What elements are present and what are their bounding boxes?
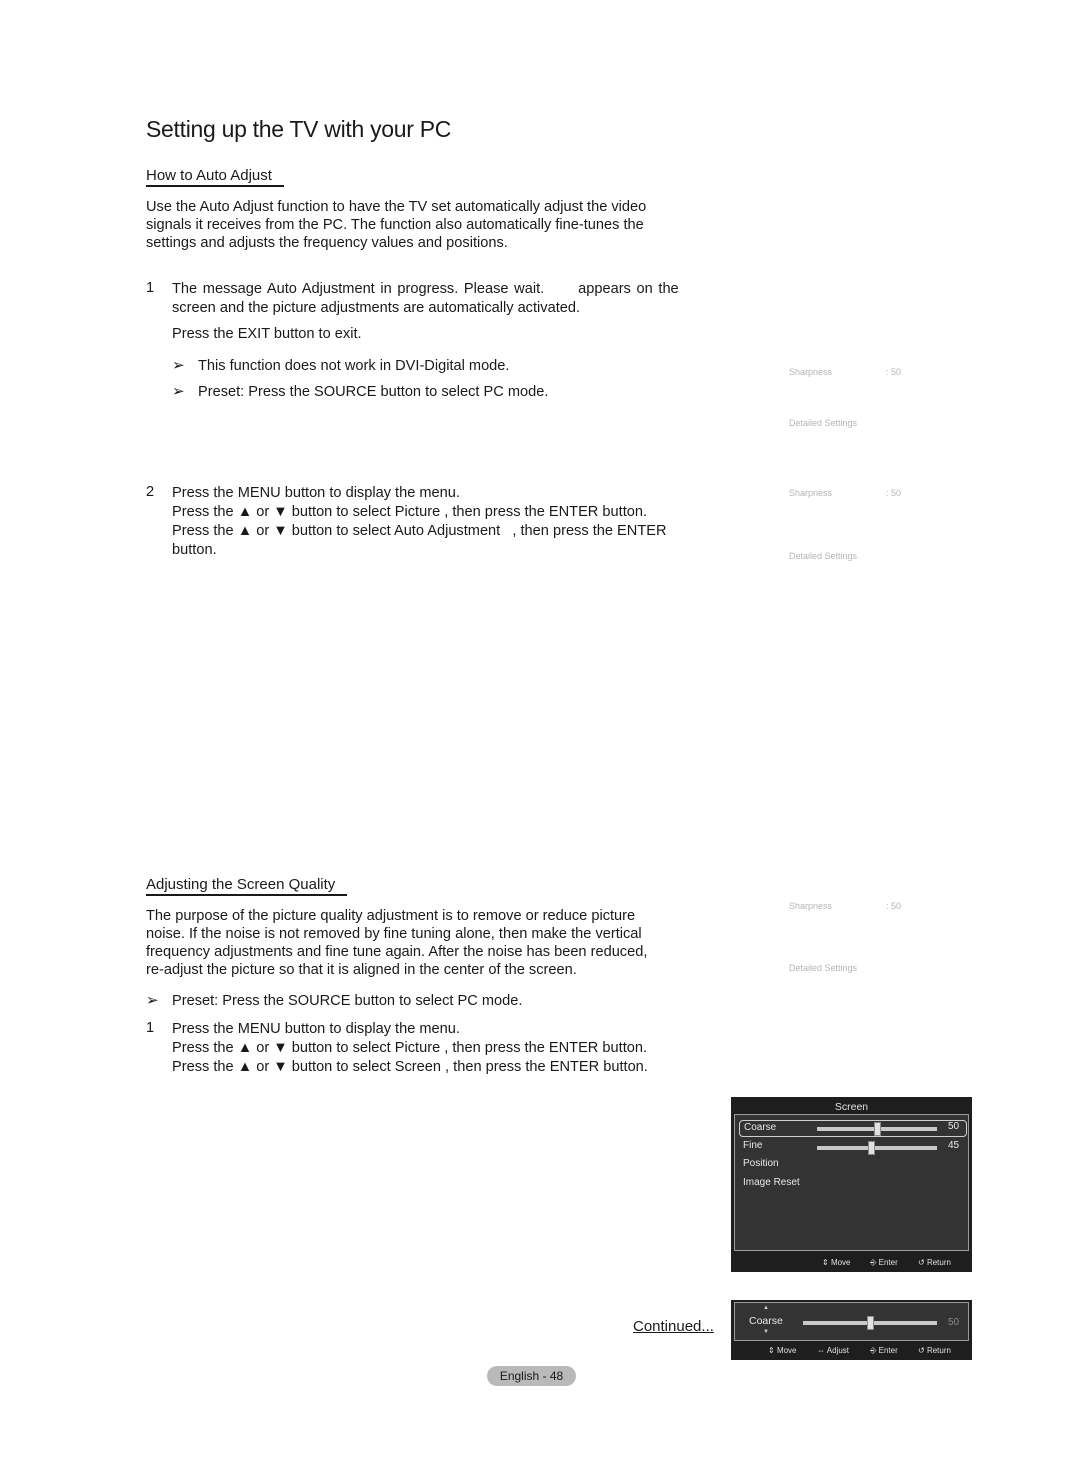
ghost-sharpness-value: : 50 — [886, 488, 902, 498]
fine-slider-track[interactable] — [817, 1141, 937, 1155]
step-line: The message Auto Adjustment in progress.… — [172, 281, 679, 297]
up-down-icon: ⇕ — [822, 1258, 829, 1267]
coarse-slider-thumb[interactable] — [874, 1122, 881, 1136]
ghost-sharpness-label: Sharpness — [789, 367, 833, 377]
step-line: Press the ▲ or ▼ button to select Pictur… — [172, 1040, 648, 1056]
left-right-icon: ⇔ — [817, 1346, 825, 1355]
coarse-popup-slider-track[interactable] — [803, 1316, 937, 1330]
fine-slider-thumb[interactable] — [868, 1141, 875, 1155]
note-preset: ➢ Preset: Press the SOURCE button to sele… — [146, 991, 522, 1009]
note-preset: ➢ Preset: Press the SOURCE button to sele… — [172, 382, 548, 400]
ghost-sharpness-label: Sharpness — [789, 901, 833, 911]
osd-adjust-body: ▲ Coarse ▼ 50 — [734, 1302, 969, 1341]
ghost-detailed-settings: Detailed Settings — [789, 418, 858, 428]
menu-item-label: Coarse — [744, 1122, 777, 1133]
intro-line: Use the Auto Adjust function to have the… — [146, 199, 647, 215]
step-2-text: Press the MENU button to display the men… — [172, 484, 717, 560]
step-line: Press the MENU button to display the men… — [172, 1021, 460, 1037]
step-line: button. — [172, 542, 217, 558]
osd-menu-body: Coarse 50 Fine 45 Position Image Reset — [734, 1114, 969, 1251]
menu-item-label: Image Reset — [743, 1177, 800, 1188]
footer-adjust: ⇔ Adjust — [817, 1346, 849, 1355]
step-line: Press the ▲ or ▼ button to select Auto A… — [172, 523, 667, 539]
page-title: Setting up the TV with your PC — [146, 116, 452, 142]
down-arrow-icon: ▼ — [763, 1329, 769, 1335]
ghost-sharpness-label: Sharpness — [789, 488, 833, 498]
up-arrow-icon: ▲ — [763, 1305, 769, 1311]
menu-item-position[interactable]: Position — [743, 1158, 779, 1169]
coarse-slider-track[interactable] — [817, 1122, 937, 1136]
step-1-text: Press the MENU button to display the men… — [172, 1020, 717, 1077]
arrow-icon: ➢ — [146, 992, 159, 1009]
step-line: Press the EXIT button to exit. — [172, 326, 362, 342]
footer-move: ⇕ Move — [768, 1346, 797, 1355]
step-line: Press the ▲ or ▼ button to select Pictur… — [172, 504, 648, 520]
continued-link[interactable]: Continued... — [633, 1318, 714, 1335]
section-heading-auto-adjust: How to Auto Adjust — [146, 167, 284, 187]
note-text: Preset: Press the SOURCE button to selec… — [198, 384, 549, 400]
step-number: 1 — [146, 1020, 155, 1036]
step-line: Press the MENU button to display the men… — [172, 485, 460, 501]
coarse-popup-value: 50 — [948, 1317, 960, 1328]
ghost-sharpness-value: : 50 — [886, 367, 902, 377]
coarse-adjust-osd: ▲ Coarse ▼ 50 ⇕ Move ⇔ Adjust ⎆ Enter ↺ … — [731, 1300, 972, 1360]
footer-label: Enter — [878, 1258, 898, 1267]
intro-line: The purpose of the picture quality adjus… — [146, 908, 636, 924]
menu-item-fine[interactable]: Fine — [743, 1140, 762, 1151]
footer-label: Return — [926, 1346, 951, 1355]
footer-enter: ⎆ Enter — [870, 1346, 898, 1356]
arrow-icon: ➢ — [172, 357, 185, 374]
step-line: screen and the picture adjustments are a… — [172, 300, 581, 316]
footer-label: Move — [830, 1258, 851, 1267]
screen-quality-intro: The purpose of the picture quality adjus… — [146, 907, 706, 979]
coarse-value: 50 — [948, 1121, 960, 1132]
ghost-detailed-settings: Detailed Settings — [789, 963, 858, 973]
intro-line: settings and adjusts the frequency value… — [146, 235, 508, 251]
intro-line: signals it receives from the PC. The fun… — [146, 217, 644, 233]
menu-item-image-reset[interactable]: Image Reset — [743, 1177, 800, 1188]
footer-label: Return — [926, 1258, 951, 1267]
section-heading-screen-quality: Adjusting the Screen Quality — [146, 876, 348, 896]
footer-move: ⇕ Move — [822, 1258, 851, 1267]
enter-icon: ⎆ — [870, 1346, 877, 1355]
ghost-sharpness-value: : 50 — [886, 901, 902, 911]
step-number: 1 — [146, 280, 155, 296]
footer-label: Move — [776, 1346, 797, 1355]
step-1-text: The message Auto Adjustment in progress.… — [172, 280, 717, 344]
footer-enter: ⎆ Enter — [870, 1258, 898, 1268]
intro-line: re-adjust the picture so that it is alig… — [146, 962, 577, 978]
return-icon: ↺ — [918, 1346, 925, 1355]
fine-value: 45 — [948, 1140, 960, 1151]
step-number: 2 — [146, 484, 155, 500]
screen-menu-osd: Screen Coarse 50 Fine 45 Position Image … — [731, 1097, 972, 1272]
auto-adjust-intro: Use the Auto Adjust function to have the… — [146, 198, 686, 252]
osd-title: Screen — [834, 1101, 869, 1113]
menu-item-label: Fine — [743, 1140, 763, 1151]
note-dvi: ➢ This function does not work in DVI-Digi… — [172, 356, 509, 374]
note-text: This function does not work in DVI-Digit… — [198, 358, 510, 374]
footer-label: Adjust — [826, 1346, 850, 1355]
intro-line: noise. If the noise is not removed by fi… — [146, 926, 642, 942]
footer-return: ↺ Return — [918, 1258, 951, 1267]
return-icon: ↺ — [918, 1258, 925, 1267]
intro-line: frequency adjustments and fine tune agai… — [146, 944, 648, 960]
coarse-label: Coarse — [749, 1315, 783, 1327]
coarse-popup-slider-thumb[interactable] — [867, 1316, 874, 1330]
ghost-detailed-settings: Detailed Settings — [789, 551, 858, 561]
page-number-badge: English - 48 — [487, 1366, 576, 1386]
step-line: Press the ▲ or ▼ button to select Screen… — [172, 1059, 648, 1075]
up-down-icon: ⇕ — [768, 1346, 775, 1355]
arrow-icon: ➢ — [172, 383, 185, 400]
enter-icon: ⎆ — [870, 1258, 877, 1267]
note-text: Preset: Press the SOURCE button to selec… — [172, 993, 523, 1009]
footer-return: ↺ Return — [918, 1346, 951, 1355]
footer-label: Enter — [878, 1346, 898, 1355]
menu-item-label: Position — [743, 1158, 779, 1169]
